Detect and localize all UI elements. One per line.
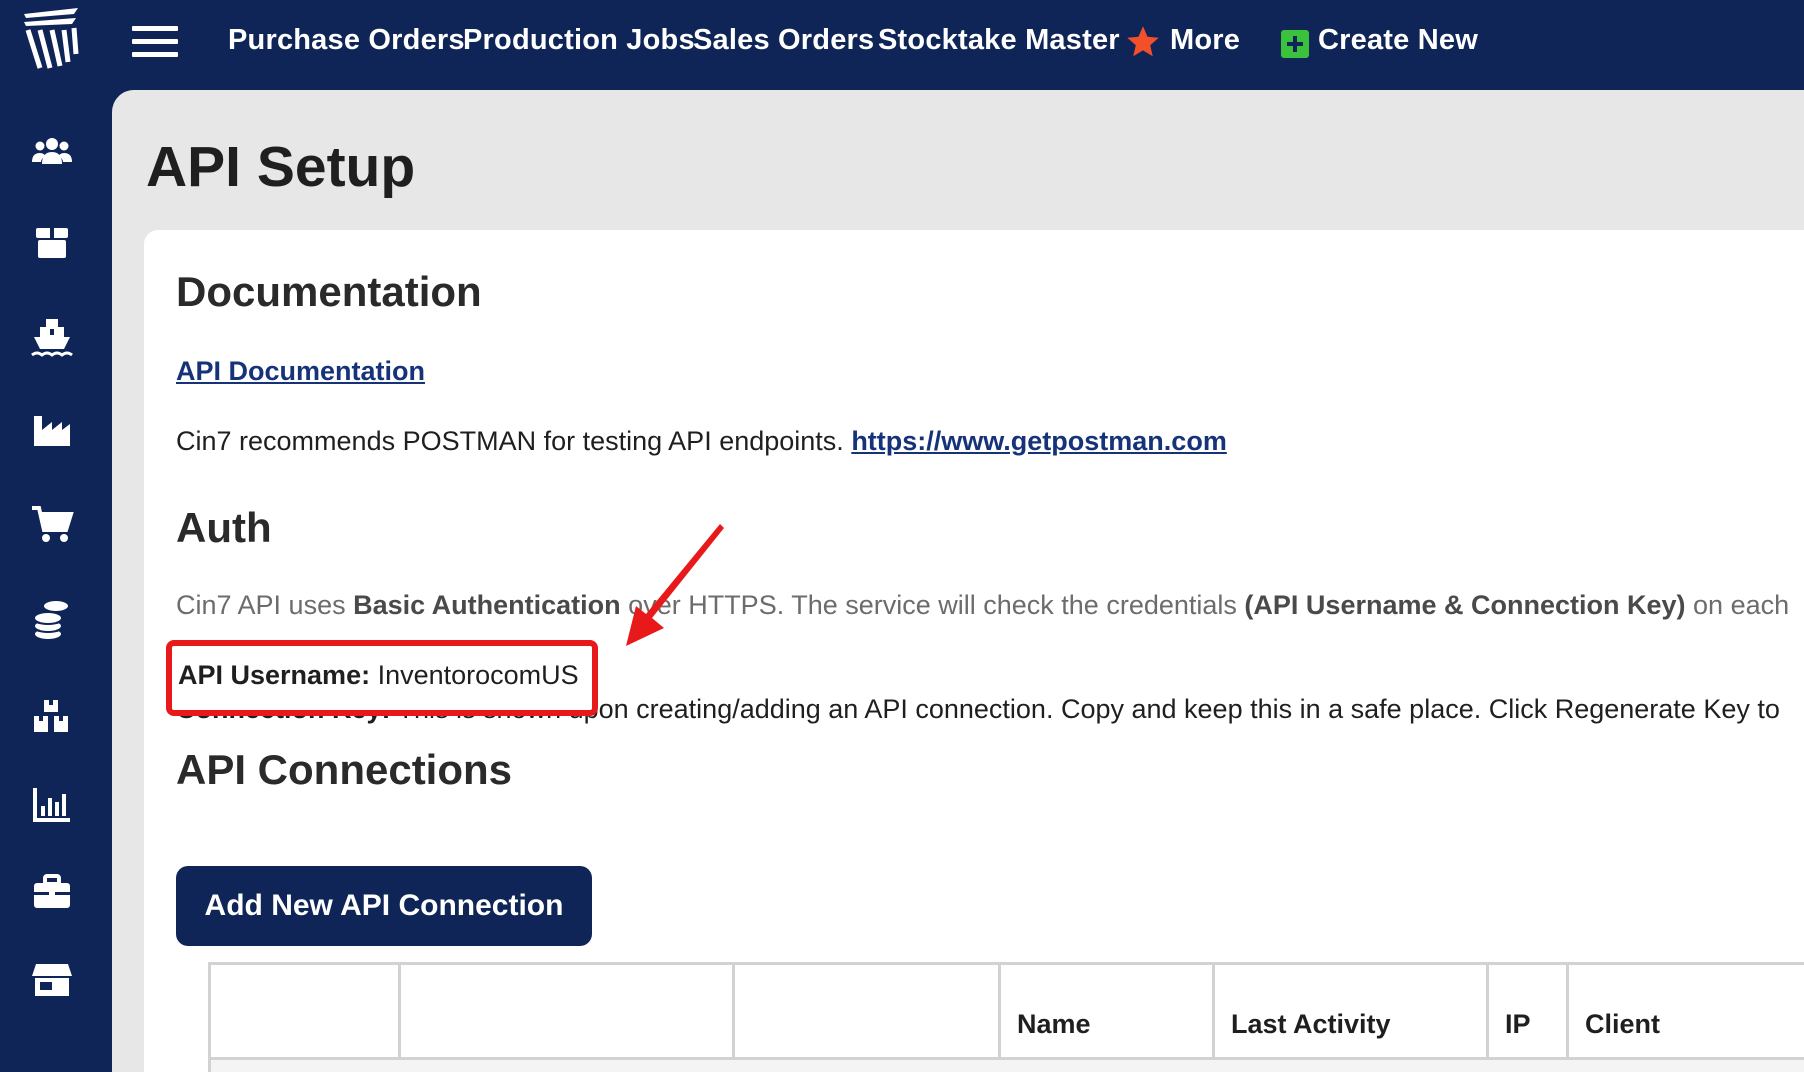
ship-icon[interactable] (30, 315, 74, 359)
coins-icon[interactable] (30, 596, 74, 640)
api-username-line: API Username: InventorocomUS (178, 660, 579, 691)
top-navigation-bar: Purchase Orders Production Jobs Sales Or… (0, 0, 1804, 90)
api-connections-table: Name Last Activity IP Client (208, 962, 1804, 1072)
column-header-blank-1 (211, 965, 401, 1057)
menu-hamburger-icon[interactable] (132, 26, 178, 58)
column-header-client[interactable]: Client (1569, 965, 1804, 1057)
cin7-logo-icon[interactable] (18, 6, 84, 72)
page-title: API Setup (146, 135, 416, 199)
red-arrow-annotation (626, 524, 724, 646)
auth-description: Cin7 API uses Basic Authentication over … (176, 590, 1789, 621)
nav-production-jobs[interactable]: Production Jobs (463, 24, 695, 57)
api-username-label: API Username: (178, 660, 371, 690)
postman-recommendation: Cin7 recommends POSTMAN for testing API … (176, 426, 1227, 457)
add-new-api-connection-button[interactable]: Add New API Connection (176, 866, 592, 946)
auth-intro-suffix: on each (1693, 590, 1790, 620)
column-header-name[interactable]: Name (1001, 965, 1215, 1057)
api-documentation-link[interactable]: API Documentation (176, 356, 425, 386)
package-icon[interactable] (30, 220, 74, 264)
column-header-ip[interactable]: IP (1489, 965, 1569, 1057)
api-username-value: InventorocomUS (377, 660, 579, 690)
auth-credentials-bold: (API Username & Connection Key) (1244, 590, 1686, 620)
factory-icon[interactable] (30, 408, 74, 452)
auth-heading: Auth (176, 504, 272, 551)
table-row (211, 1057, 1804, 1072)
postman-text: Cin7 recommends POSTMAN for testing API … (176, 426, 844, 456)
auth-basic-authentication: Basic Authentication (353, 590, 621, 620)
column-header-blank-3 (735, 965, 1001, 1057)
bar-chart-icon[interactable] (30, 782, 74, 826)
column-header-last-activity[interactable]: Last Activity (1215, 965, 1489, 1057)
briefcase-icon[interactable] (30, 870, 74, 914)
users-icon[interactable] (30, 130, 74, 174)
nav-more[interactable]: More (1170, 24, 1240, 57)
api-connections-heading: API Connections (176, 746, 513, 793)
nav-stocktake-master[interactable]: Stocktake Master (878, 24, 1120, 57)
nav-purchase-orders[interactable]: Purchase Orders (228, 24, 465, 57)
star-icon[interactable] (1124, 24, 1162, 60)
column-header-blank-2 (401, 965, 735, 1057)
store-icon[interactable] (30, 958, 74, 1002)
cart-icon[interactable] (30, 502, 74, 546)
postman-link[interactable]: https://www.getpostman.com (851, 426, 1227, 456)
warehouse-icon[interactable] (30, 694, 74, 738)
nav-create-new[interactable]: Create New (1318, 24, 1478, 57)
nav-sales-orders[interactable]: Sales Orders (693, 24, 874, 57)
main-content: API Setup Documentation API Documentatio… (112, 90, 1804, 1072)
sidebar (0, 90, 112, 1072)
auth-intro-prefix: Cin7 API uses (176, 590, 346, 620)
connection-key-text: This is shown upon creating/adding an AP… (397, 694, 1780, 724)
documentation-heading: Documentation (176, 268, 482, 315)
plus-icon[interactable] (1281, 30, 1309, 58)
